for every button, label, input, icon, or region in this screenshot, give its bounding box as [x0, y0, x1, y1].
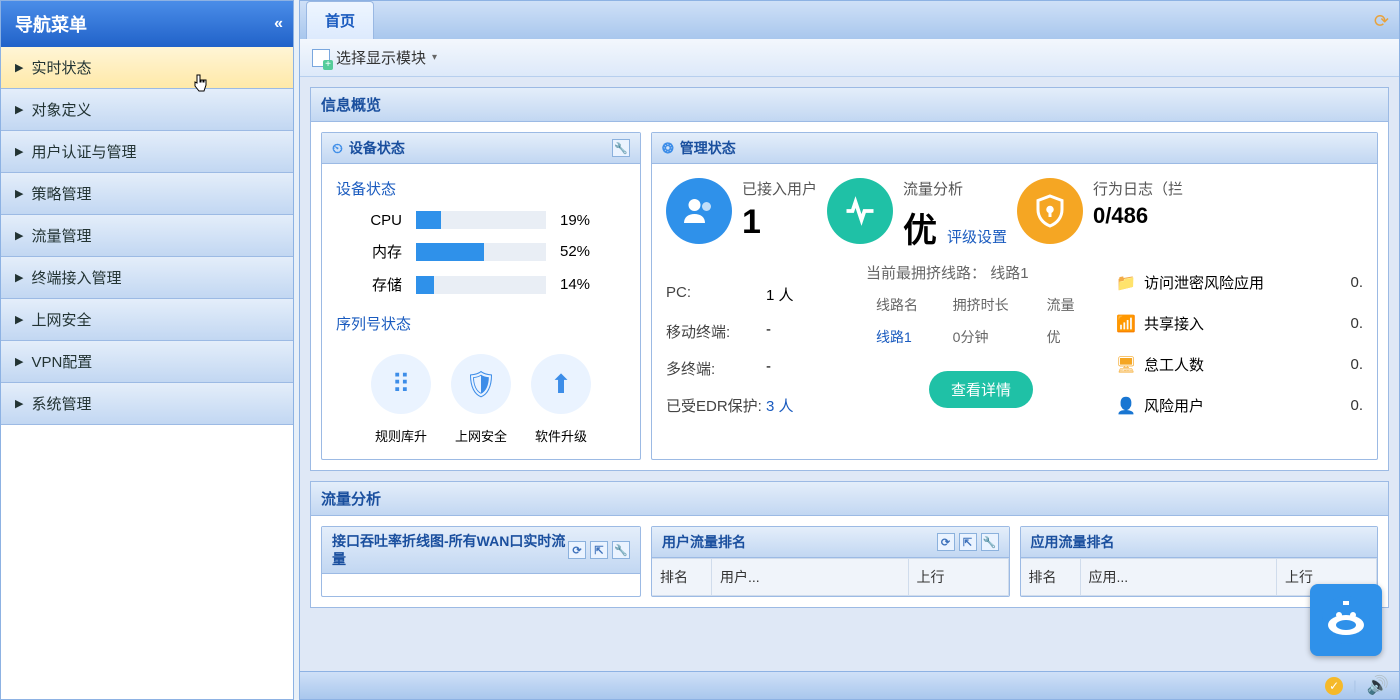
- nav-item-terminal[interactable]: ▶ 终端接入管理: [1, 257, 293, 299]
- refresh-icon[interactable]: ⟳: [1374, 11, 1389, 32]
- module-icon: [312, 49, 330, 67]
- tab-home[interactable]: 首页: [306, 1, 374, 39]
- chevron-right-icon: ▶: [15, 187, 23, 200]
- nav-label: 上网安全: [31, 309, 91, 330]
- device-status-card: ⏲ 设备状态 🔧 设备状态 CPU 19%: [321, 132, 641, 460]
- rule-upgrade-button[interactable]: ⠿ 规则库升: [371, 354, 431, 445]
- chevron-right-icon: ▶: [15, 103, 23, 116]
- wrench-icon[interactable]: 🔧: [612, 541, 630, 559]
- speaker-icon[interactable]: 🔊: [1367, 675, 1389, 696]
- sidebar: 导航菜单 « ▶实时状态 ▶对象定义 ▶用户认证与管理 ▶策略管理 ▶流量管理 …: [0, 0, 294, 700]
- refresh-icon[interactable]: ⟳: [568, 541, 586, 559]
- refresh-icon[interactable]: ⟳: [937, 533, 955, 551]
- globe-icon: ❂: [662, 140, 674, 157]
- chevron-right-icon: ▶: [15, 145, 23, 158]
- nav-label: 流量管理: [31, 225, 91, 246]
- chevron-right-icon: ▶: [15, 61, 23, 74]
- management-status-card: ❂ 管理状态 已接入用户 1: [651, 132, 1378, 460]
- card-title: 接口吞吐率折线图-所有WAN口实时流量: [332, 532, 568, 568]
- metric-cpu: CPU 19%: [336, 211, 626, 229]
- sidebar-title: 导航菜单: [15, 11, 87, 37]
- overview-section: 信息概览 ⏲ 设备状态 🔧 设备状态: [310, 87, 1389, 471]
- line1-link[interactable]: 线路1: [876, 329, 912, 345]
- nav-item-policy[interactable]: ▶ 策略管理: [1, 173, 293, 215]
- traffic-section: 流量分析 接口吞吐率折线图-所有WAN口实时流量 ⟳ ⇱ 🔧: [310, 481, 1389, 608]
- users-icon: [666, 178, 732, 244]
- nav-label: 用户认证与管理: [31, 141, 136, 162]
- rating-settings-link[interactable]: 评级设置: [947, 226, 1007, 247]
- serial-section-label: 序列号状态: [336, 313, 626, 334]
- nav-label: 实时状态: [31, 57, 91, 78]
- card-title: 用户流量排名: [662, 532, 746, 552]
- section-title: 信息概览: [311, 88, 1388, 122]
- metric-mem: 内存 52%: [336, 241, 626, 262]
- user-rank-card: 用户流量排名 ⟳ ⇱ 🔧 排名 用户... 上行: [651, 526, 1010, 597]
- collapse-icon[interactable]: «: [274, 15, 279, 33]
- nav-item-system[interactable]: ▶ 系统管理: [1, 383, 293, 425]
- throughput-card: 接口吞吐率折线图-所有WAN口实时流量 ⟳ ⇱ 🔧: [321, 526, 641, 597]
- wrench-icon[interactable]: 🔧: [612, 139, 630, 157]
- nav-label: 终端接入管理: [31, 267, 121, 288]
- chevron-down-icon: ▾: [432, 52, 437, 63]
- nav-item-object[interactable]: ▶ 对象定义: [1, 89, 293, 131]
- card-title: 设备状态: [349, 138, 405, 158]
- wifi-icon: 📶: [1116, 314, 1136, 334]
- status-badge-icon[interactable]: ✓: [1325, 677, 1343, 695]
- card-title: 应用流量排名: [1031, 532, 1115, 552]
- metric-storage: 存储 14%: [336, 274, 626, 295]
- main: 首页 ⟳ 选择显示模块 ▾ 信息概览 ⏲: [299, 0, 1400, 700]
- upload-icon: ⬆: [531, 354, 591, 414]
- nav-item-userauth[interactable]: ▶ 用户认证与管理: [1, 131, 293, 173]
- nav-item-realtime[interactable]: ▶ 实时状态: [1, 47, 293, 89]
- monitor-icon: 🖥: [1116, 355, 1136, 375]
- view-details-button[interactable]: 查看详情: [929, 371, 1033, 408]
- table-header: 排名 用户... 上行: [652, 558, 1009, 596]
- chevron-right-icon: ▶: [15, 355, 23, 368]
- popout-icon[interactable]: ⇱: [590, 541, 608, 559]
- software-upgrade-button[interactable]: ⬆ 软件升级: [531, 354, 591, 445]
- nav-label: 系统管理: [31, 393, 91, 414]
- card-title: 管理状态: [680, 138, 736, 158]
- shield-warn-icon: [1017, 178, 1083, 244]
- log-value: 0/486: [1093, 203, 1183, 229]
- assistant-avatar[interactable]: [1310, 584, 1382, 656]
- traffic-value: 优: [903, 203, 937, 252]
- chevron-right-icon: ▶: [15, 229, 23, 242]
- user-icon: 👤: [1116, 396, 1136, 416]
- gauge-icon: ⏲: [332, 140, 343, 157]
- nav-item-traffic[interactable]: ▶ 流量管理: [1, 215, 293, 257]
- folder-icon: 📁: [1116, 273, 1136, 293]
- toolbar: 选择显示模块 ▾: [300, 39, 1399, 77]
- tab-bar: 首页 ⟳: [300, 1, 1399, 39]
- chevron-right-icon: ▶: [15, 271, 23, 284]
- shield-icon: 🛡: [451, 354, 511, 414]
- nav-label: VPN配置: [31, 351, 92, 372]
- content: 信息概览 ⏲ 设备状态 🔧 设备状态: [300, 77, 1399, 671]
- users-value: 1: [742, 203, 817, 242]
- popout-icon[interactable]: ⇱: [959, 533, 977, 551]
- nav-item-vpn[interactable]: ▶ VPN配置: [1, 341, 293, 383]
- nav-item-security[interactable]: ▶ 上网安全: [1, 299, 293, 341]
- grid-icon: ⠿: [371, 354, 431, 414]
- security-button[interactable]: 🛡 上网安全: [451, 354, 511, 445]
- pulse-icon: [827, 178, 893, 244]
- section-title: 流量分析: [311, 482, 1388, 516]
- chevron-right-icon: ▶: [15, 313, 23, 326]
- chevron-right-icon: ▶: [15, 397, 23, 410]
- device-section-label: 设备状态: [336, 178, 626, 199]
- nav-label: 策略管理: [31, 183, 91, 204]
- footer: ✓ | 🔊: [300, 671, 1399, 699]
- wrench-icon[interactable]: 🔧: [981, 533, 999, 551]
- select-module-button[interactable]: 选择显示模块 ▾: [312, 47, 437, 68]
- nav-label: 对象定义: [31, 99, 91, 120]
- sidebar-header: 导航菜单 «: [1, 1, 293, 47]
- toolbar-label: 选择显示模块: [336, 47, 426, 68]
